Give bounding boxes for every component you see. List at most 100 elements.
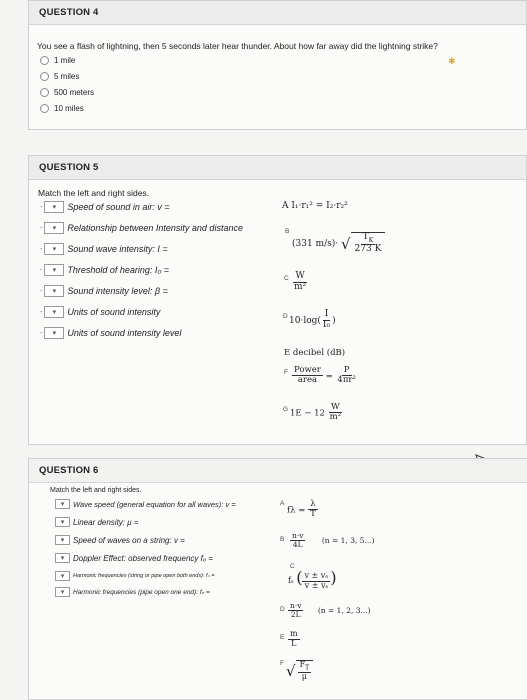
answer-dropdown[interactable]: ▾ [55, 587, 70, 597]
answer-b: (331 m/s)· √ TK 273 K [292, 232, 386, 255]
fraction: Power area [292, 365, 323, 386]
answer-c-label: C [284, 275, 289, 282]
answer-f-label: F [284, 369, 288, 376]
answer-e: E decibel (dB) [284, 348, 346, 358]
match-item-label: Sound intensity level: β = [67, 286, 168, 296]
fraction: v ± vₒ v ± vₛ [302, 571, 331, 591]
chevron-down-icon: ▾ [60, 555, 65, 562]
match-item-label: Harmonic frequencies (pipe open one end)… [73, 589, 210, 596]
answer-dropdown[interactable]: ▾ [44, 243, 65, 255]
fraction: TK 273 K [353, 232, 384, 255]
subscript: T [305, 664, 310, 672]
option-label: 10 miles [54, 104, 84, 113]
answer-d-label: D [283, 313, 288, 320]
answer-dropdown[interactable]: ▾ [44, 264, 65, 276]
answer-dropdown[interactable]: ▾ [55, 571, 70, 581]
option-1-mile[interactable]: 1 mile [40, 56, 75, 65]
equals-sign: = [325, 371, 333, 382]
star-icon: ✱ [448, 56, 456, 66]
answer-c: fₛ (v ± vₒ v ± vₛ) [288, 568, 337, 590]
chevron-down-icon: ▾ [60, 589, 65, 596]
chevron-down-icon: ▾ [52, 246, 57, 253]
fraction: P 4πr² [335, 365, 357, 386]
question-header: QUESTION 6 [29, 459, 527, 483]
match-row-2: ▾ Linear density: μ = [55, 517, 139, 527]
fraction-denominator: area [297, 375, 318, 386]
fraction: Wm² [328, 402, 343, 423]
answer-d: 10·log(I I₀) [289, 309, 336, 330]
answer-g: 1E − 12 Wm² [290, 402, 343, 423]
sqrt-expression: √ FT μ [286, 660, 314, 682]
chevron-down-icon: ▾ [60, 573, 65, 580]
match-item-label: Sound wave intensity: I = [67, 244, 168, 254]
option-5-miles[interactable]: 5 miles [40, 72, 79, 81]
match-row-6: ▾ Harmonic frequencies (pipe open one end… [55, 587, 210, 597]
question-prompt: Match the left and right sides. [38, 188, 150, 198]
source-frequency: fₛ [288, 576, 294, 585]
match-row-5: - ▾ Sound intensity level: β = [40, 285, 168, 297]
chevron-down-icon: ▾ [60, 519, 65, 526]
radio-button[interactable] [40, 88, 49, 97]
radio-button[interactable] [40, 72, 49, 81]
match-item-label: Wave speed (general equation for all wav… [73, 499, 236, 509]
match-row-1: - ▾ Speed of sound in air: v = [40, 201, 170, 213]
fraction: FT μ [297, 660, 312, 682]
answer-dropdown[interactable]: ▾ [55, 553, 70, 563]
option-10-miles[interactable]: 10 miles [40, 104, 84, 113]
option-500-meters[interactable]: 500 meters [40, 88, 94, 97]
fraction: n·v 4L [290, 531, 306, 550]
match-row-5: ▾ Harmonic frequencies (string or pipe op… [55, 571, 214, 581]
answer-e-label: E [280, 634, 285, 641]
match-item-label: Relationship between Intensity and dista… [67, 223, 243, 233]
match-row-1: ▾ Wave speed (general equation for all wa… [55, 499, 236, 509]
chevron-down-icon: ▾ [52, 204, 57, 211]
match-item-label: Harmonic frequencies (string or pipe ope… [73, 573, 215, 579]
fraction-denominator: m² [294, 281, 307, 292]
option-label: 1 mile [54, 56, 76, 65]
sqrt-expression: √ TK 273 K [341, 232, 386, 255]
fraction-denominator: 2L [290, 610, 301, 620]
answer-dropdown[interactable]: ▾ [44, 222, 65, 234]
answer-dropdown[interactable]: ▾ [44, 306, 65, 318]
fraction-denominator: 4L [292, 540, 303, 550]
option-label: 500 meters [54, 88, 95, 97]
answer-dropdown[interactable]: ▾ [55, 535, 70, 545]
answer-dropdown[interactable]: ▾ [55, 517, 70, 527]
answer-c: Wm² [292, 271, 308, 293]
chevron-down-icon: ▾ [60, 501, 65, 508]
answer-dropdown[interactable]: ▾ [55, 499, 70, 509]
match-item-label: Linear density: μ = [73, 517, 139, 527]
radio-button[interactable] [40, 56, 49, 65]
match-row-3: - ▾ Sound wave intensity: I = [40, 243, 168, 255]
log-prefix: 10·log [289, 315, 318, 326]
fraction-denominator: 4πr² [337, 375, 356, 386]
fraction-denominator: m² [329, 412, 342, 423]
fraction-denominator: μ [301, 672, 307, 682]
match-row-7: - ▾ Units of sound intensity level [40, 327, 182, 339]
radio-button[interactable] [40, 104, 49, 113]
answer-a: A I₁·r₁² = I₂·r₂² [282, 201, 348, 211]
match-row-3: ▾ Speed of waves on a string: v = [55, 535, 185, 545]
fraction-denominator: T [310, 509, 316, 520]
answer-f: √ FT μ [286, 660, 314, 682]
answer-d: n·v 2L (n = 1, 2, 3...) [288, 601, 371, 620]
chevron-down-icon: ▾ [52, 309, 57, 316]
value-text: 1E − 12 [290, 408, 325, 419]
answer-a-label: A [280, 500, 285, 507]
n-condition: (n = 1, 2, 3...) [317, 605, 371, 615]
fraction-denominator: 273 K [354, 244, 382, 255]
answer-dropdown[interactable]: ▾ [44, 285, 65, 297]
match-item-label: Units of sound intensity [67, 307, 161, 317]
question-prompt: Match the left and right sides. [50, 487, 142, 494]
match-row-4: ▾ Doppler Effect: observed frequency fₒ = [55, 553, 213, 563]
answer-b-constant: (331 m/s)· [292, 239, 339, 250]
fraction-denominator: L [291, 638, 297, 648]
n-condition: (n = 1, 3, 5...) [321, 535, 375, 545]
fraction: mL [288, 629, 300, 649]
fraction-denominator: I₀ [322, 319, 331, 330]
answer-e: mL [288, 629, 300, 649]
answer-dropdown[interactable]: ▾ [44, 201, 65, 213]
chevron-down-icon: ▾ [52, 267, 57, 274]
match-item-label: Threshold of hearing: I₀ = [67, 265, 169, 275]
answer-dropdown[interactable]: ▾ [44, 327, 65, 339]
